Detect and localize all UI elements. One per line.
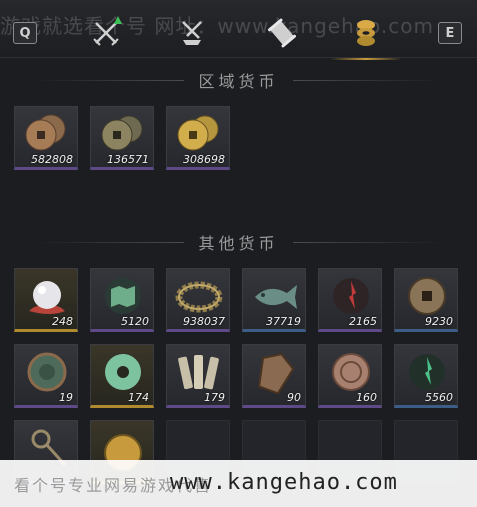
item-count: 90: [287, 391, 301, 404]
green-seal-icon: [27, 352, 67, 392]
section-title-other: 其他货币: [198, 234, 279, 253]
item-count: 938037: [183, 315, 225, 328]
item-count: 136571: [107, 153, 149, 166]
item-count: 248: [52, 315, 73, 328]
section-header-regional: 区域货币: [0, 68, 477, 92]
bronze-coins-icon: [101, 115, 143, 151]
tab-scrolls[interactable]: [262, 14, 302, 52]
watermark-banner: 看个号专业网易游戏代售 www.kangehao.com: [0, 460, 477, 507]
section-header-other: 其他货币: [0, 230, 477, 254]
tab-materials[interactable]: [172, 14, 212, 52]
currency-slot-bronze-token[interactable]: 90: [242, 344, 306, 408]
item-count: 160: [356, 391, 377, 404]
currency-slot-copper-coins[interactable]: 582808: [14, 106, 78, 170]
item-count: 5560: [425, 391, 453, 404]
bead-bracelet-icon: [175, 281, 223, 313]
bronze-token-icon: [258, 353, 295, 395]
watermark-top: 游戏就选看个号 网址：www.kangehao.com: [0, 14, 435, 38]
currency-slot-bronze-coins[interactable]: 136571: [90, 106, 154, 170]
stone-seal-icon: [332, 353, 370, 391]
item-count: 179: [204, 391, 225, 404]
key-hint-q[interactable]: Q: [13, 22, 37, 44]
red-crystal-icon: [333, 278, 369, 314]
tab-currency[interactable]: [330, 14, 402, 60]
currency-slot-stone-seal[interactable]: 160: [318, 344, 382, 408]
key-hint-e[interactable]: E: [438, 22, 462, 44]
scroll-icon: [268, 18, 296, 48]
item-count: 5120: [121, 315, 149, 328]
currency-slot-green-crystal[interactable]: 5560: [394, 344, 458, 408]
green-crystal-icon: [409, 354, 445, 390]
jade-disc-icon: [105, 354, 141, 390]
item-count: 308698: [183, 153, 225, 166]
currency-slot-bamboo-slips[interactable]: 179: [166, 344, 230, 408]
currency-slot-jade-map[interactable]: 5120: [90, 268, 154, 332]
currency-slot-bead-bracelet[interactable]: 938037: [166, 268, 230, 332]
jade-map-icon: [105, 278, 141, 314]
currency-slot-pearl[interactable]: 248: [14, 268, 78, 332]
bamboo-slips-icon: [178, 355, 219, 390]
new-indicator-icon: [114, 16, 122, 24]
item-count: 19: [59, 391, 73, 404]
pearl-icon: [29, 281, 65, 314]
item-count: 9230: [425, 315, 453, 328]
coin-stack-icon: [357, 20, 375, 46]
category-tab-bar: 游戏就选看个号 网址：www.kangehao.com Q E: [0, 0, 477, 60]
item-count: 37719: [266, 315, 301, 328]
anvil-tools-icon: [182, 21, 202, 45]
currency-slot-ancient-coin[interactable]: 9230: [394, 268, 458, 332]
ancient-coin-icon: [408, 277, 446, 315]
gold-coins-icon: [177, 115, 219, 151]
tab-equipment[interactable]: [86, 14, 126, 52]
currency-slot-green-seal[interactable]: 19: [14, 344, 78, 408]
copper-coins-icon: [25, 114, 66, 151]
item-count: 582808: [31, 153, 73, 166]
section-title-regional: 区域货币: [198, 72, 279, 91]
jade-fish-icon: [255, 285, 297, 309]
currency-slot-jade-fish[interactable]: 37719: [242, 268, 306, 332]
currency-slot-red-crystal[interactable]: 2165: [318, 268, 382, 332]
item-count: 174: [128, 391, 149, 404]
watermark-url: www.kangehao.com: [170, 470, 398, 495]
currency-slot-jade-disc[interactable]: 174: [90, 344, 154, 408]
item-count: 2165: [349, 315, 377, 328]
currency-slot-gold-coins[interactable]: 308698: [166, 106, 230, 170]
